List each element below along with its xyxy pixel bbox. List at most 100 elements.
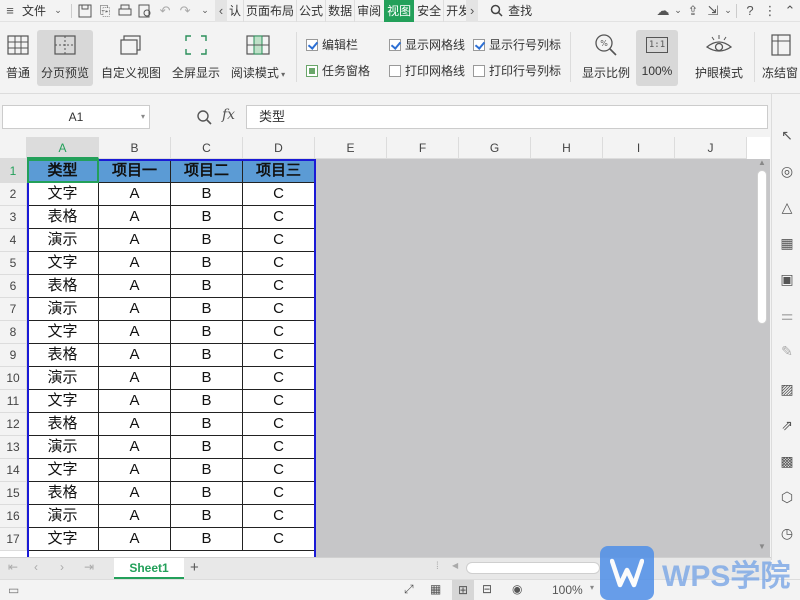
table-cell[interactable]: A — [99, 321, 171, 344]
horizontal-scroll-thumb[interactable] — [466, 562, 600, 574]
table-cell[interactable]: 文字 — [27, 252, 99, 275]
row-header[interactable]: 10 — [0, 367, 27, 390]
table-icon[interactable]: ▦ — [778, 234, 796, 252]
shapes-icon[interactable]: ◎ — [778, 162, 796, 180]
row-header[interactable]: 13 — [0, 436, 27, 459]
column-header[interactable]: A — [27, 137, 99, 159]
scroll-up-icon[interactable]: ▲ — [757, 158, 767, 167]
zoom-ratio-button[interactable]: % 显示比例 — [580, 30, 632, 86]
table-cell[interactable]: 文字 — [27, 459, 99, 482]
table-cell[interactable]: C — [243, 482, 315, 505]
menu-icon[interactable]: ≡ — [0, 0, 20, 22]
edit-bar-checkbox[interactable]: 编辑栏 — [306, 36, 358, 53]
eye-care-toggle-icon[interactable]: ◉ — [512, 582, 522, 596]
column-header[interactable]: E — [315, 137, 387, 159]
chevron-left-icon[interactable]: ‹ — [215, 0, 228, 22]
image-icon[interactable]: ▩ — [778, 452, 796, 470]
table-cell[interactable]: B — [171, 367, 243, 390]
table-cell[interactable]: B — [171, 528, 243, 551]
table-cell[interactable]: 文字 — [27, 183, 99, 206]
normal-view-button[interactable]: 普通 — [2, 30, 34, 86]
more-icon[interactable]: ⋮ — [760, 0, 780, 22]
table-cell[interactable]: B — [171, 183, 243, 206]
column-header[interactable]: G — [459, 137, 531, 159]
eye-care-button[interactable]: 护眼模式 — [690, 30, 748, 86]
table-cell[interactable]: C — [243, 344, 315, 367]
tab-page-layout[interactable]: 页面布局 — [244, 0, 296, 22]
table-cell[interactable]: A — [99, 298, 171, 321]
table-cell[interactable]: 文字 — [27, 390, 99, 413]
table-cell[interactable]: C — [243, 436, 315, 459]
chevron-down-icon[interactable]: ⌄ — [673, 0, 683, 22]
shield-icon[interactable]: ⬡ — [778, 488, 796, 506]
row-header[interactable]: 7 — [0, 298, 27, 321]
apps-icon[interactable]: ▣ — [778, 270, 796, 288]
page-break-toggle-icon[interactable]: ⊞ — [452, 580, 474, 600]
select-cursor-icon[interactable]: ↖ — [778, 126, 796, 144]
add-sheet-button[interactable]: + — [190, 558, 199, 578]
chevron-down-icon[interactable]: ⌄ — [195, 0, 215, 22]
table-cell[interactable]: B — [171, 390, 243, 413]
print-icon[interactable] — [115, 0, 135, 22]
table-cell[interactable]: 文字 — [27, 528, 99, 551]
table-cell[interactable]: C — [243, 298, 315, 321]
zoom-function-icon[interactable] — [196, 109, 212, 125]
column-header[interactable]: D — [243, 137, 315, 159]
tab-data[interactable]: 数据 — [326, 0, 354, 22]
table-cell[interactable]: B — [171, 252, 243, 275]
table-cell[interactable]: 演示 — [27, 505, 99, 528]
table-cell[interactable]: 表格 — [27, 344, 99, 367]
header-cell[interactable]: 项目二 — [171, 159, 243, 183]
chevron-down-icon[interactable]: ⌄ — [48, 0, 68, 22]
table-cell[interactable]: B — [171, 344, 243, 367]
page-break-preview-button[interactable]: 分页预览 — [37, 30, 93, 86]
header-cell[interactable]: 项目一 — [99, 159, 171, 183]
table-cell[interactable]: B — [171, 229, 243, 252]
row-header[interactable]: 6 — [0, 275, 27, 298]
normal-view-toggle-icon[interactable]: ▦ — [430, 582, 441, 596]
view-mode-icon[interactable]: ▭ — [8, 583, 19, 597]
share-arrow-icon[interactable]: ⇗ — [778, 416, 796, 434]
table-cell[interactable]: 表格 — [27, 482, 99, 505]
table-cell[interactable]: 演示 — [27, 367, 99, 390]
table-cell[interactable]: C — [243, 206, 315, 229]
column-header[interactable]: B — [99, 137, 171, 159]
table-cell[interactable]: C — [243, 367, 315, 390]
zoom-level[interactable]: 100% — [552, 583, 583, 597]
format-painter-icon[interactable]: ⎘ — [95, 0, 115, 22]
row-header[interactable]: 8 — [0, 321, 27, 344]
zoom-100-button[interactable]: 1:1 100% — [636, 30, 678, 86]
row-header[interactable]: 11 — [0, 390, 27, 413]
edit-icon[interactable]: ✎ — [778, 342, 796, 360]
row-header[interactable]: 2 — [0, 183, 27, 206]
undo-icon[interactable]: ↶ — [155, 0, 175, 22]
tab-security[interactable]: 安全 — [415, 0, 443, 22]
table-cell[interactable]: C — [243, 252, 315, 275]
table-cell[interactable]: C — [243, 459, 315, 482]
show-gridlines-checkbox[interactable]: 显示网格线 — [389, 36, 465, 53]
table-cell[interactable]: 演示 — [27, 298, 99, 321]
table-cell[interactable]: A — [99, 229, 171, 252]
non-print-area[interactable] — [315, 159, 770, 557]
freeze-panes-button[interactable]: 冻结窗 — [760, 30, 800, 86]
row-header[interactable]: 17 — [0, 528, 27, 551]
table-cell[interactable]: C — [243, 528, 315, 551]
table-cell[interactable]: A — [99, 459, 171, 482]
table-cell[interactable]: A — [99, 482, 171, 505]
cloud-sync-icon[interactable]: ☁ — [653, 0, 673, 22]
table-cell[interactable]: A — [99, 413, 171, 436]
table-cell[interactable]: A — [99, 344, 171, 367]
search-icon[interactable] — [486, 0, 506, 22]
table-cell[interactable]: 演示 — [27, 229, 99, 252]
table-cell[interactable]: A — [99, 183, 171, 206]
tab-developer[interactable]: 开发 — [444, 0, 466, 22]
column-header[interactable]: H — [531, 137, 603, 159]
table-cell[interactable]: 表格 — [27, 413, 99, 436]
tab-insert[interactable]: 认 — [227, 0, 243, 22]
table-cell[interactable]: C — [243, 413, 315, 436]
custom-view-button[interactable]: 自定义视图 — [98, 30, 164, 86]
column-header[interactable]: F — [387, 137, 459, 159]
tab-formulas[interactable]: 公式 — [297, 0, 325, 22]
print-gridlines-checkbox[interactable]: 打印网格线 — [389, 62, 465, 79]
settings-sliders-icon[interactable]: ⚌ — [778, 306, 796, 324]
